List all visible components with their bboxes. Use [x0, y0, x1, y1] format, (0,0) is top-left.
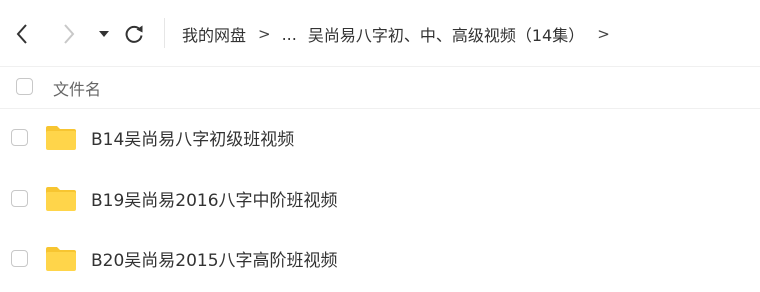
breadcrumb: 我的网盘 > ... 吴尚易八字初、中、高级视频（14集） > — [182, 21, 610, 47]
back-button[interactable] — [8, 20, 36, 48]
file-name[interactable]: B14吴尚易八字初级班视频 — [91, 125, 294, 150]
chevron-left-icon — [16, 24, 27, 44]
chevron-right-icon — [64, 24, 75, 44]
toolbar: 我的网盘 > ... 吴尚易八字初、中、高级视频（14集） > — [0, 0, 760, 66]
folder-icon — [46, 126, 76, 150]
row-checkbox[interactable] — [11, 129, 28, 146]
file-row[interactable]: B20吴尚易2015八字高阶班视频 — [0, 229, 760, 289]
file-row[interactable]: B19吴尚易2016八字中阶班视频 — [0, 169, 760, 229]
file-name[interactable]: B20吴尚易2015八字高阶班视频 — [91, 246, 338, 271]
row-checkbox[interactable] — [11, 190, 28, 207]
file-row[interactable]: B14吴尚易八字初级班视频 — [0, 108, 760, 168]
history-dropdown-button[interactable] — [90, 20, 118, 48]
file-list-header: 文件名 — [0, 66, 760, 109]
refresh-button[interactable] — [120, 20, 148, 48]
row-checkbox[interactable] — [11, 250, 28, 267]
breadcrumb-root[interactable]: 我的网盘 — [182, 22, 246, 46]
forward-button[interactable] — [55, 20, 83, 48]
breadcrumb-trailing-separator[interactable]: > — [597, 25, 610, 43]
folder-icon — [46, 247, 76, 271]
file-name[interactable]: B19吴尚易2016八字中阶班视频 — [91, 186, 338, 211]
toolbar-divider — [164, 18, 165, 48]
breadcrumb-ellipsis[interactable]: ... — [282, 25, 297, 44]
caret-down-icon — [99, 31, 109, 37]
breadcrumb-separator: > — [258, 25, 271, 43]
refresh-icon — [125, 25, 143, 43]
column-header-filename[interactable]: 文件名 — [53, 76, 101, 100]
breadcrumb-current[interactable]: 吴尚易八字初、中、高级视频（14集） — [308, 22, 584, 46]
folder-icon — [46, 187, 76, 211]
select-all-checkbox[interactable] — [16, 78, 33, 95]
